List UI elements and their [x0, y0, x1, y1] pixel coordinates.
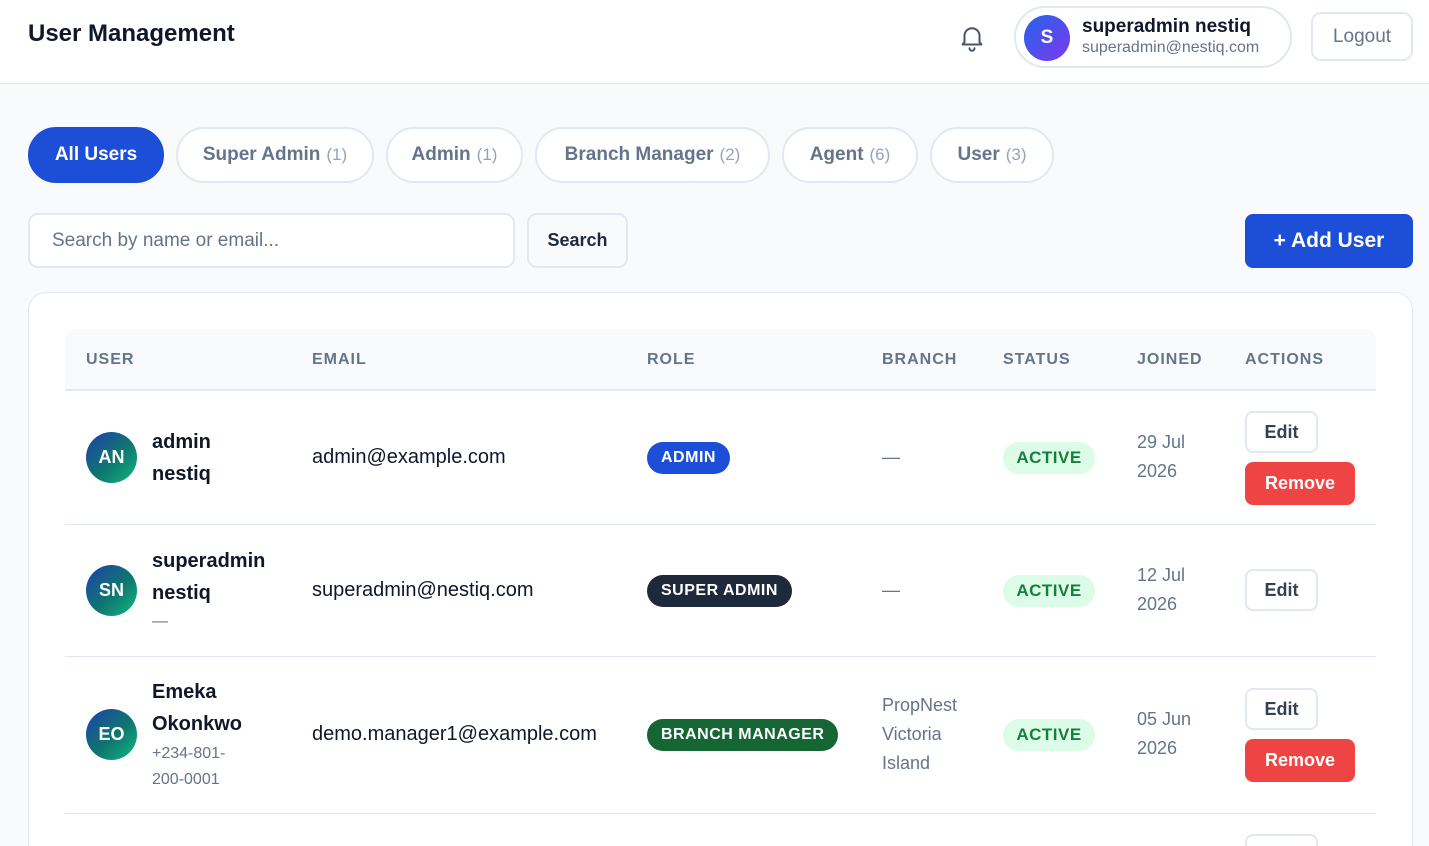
tab-super-admin[interactable]: Super Admin (1) [176, 127, 374, 183]
avatar: AN [86, 432, 137, 483]
row-divider [65, 813, 1376, 814]
user-branch: — [882, 580, 900, 600]
user-email: demo.manager1@example.com [312, 723, 597, 745]
logout-button[interactable]: Logout [1311, 12, 1413, 61]
tab-label: Admin [411, 144, 471, 165]
user-name-line: nestiq [152, 463, 211, 485]
status-badge: ACTIVE [1003, 719, 1095, 751]
tab-agent[interactable]: Agent (6) [782, 127, 918, 183]
tab-count: (1) [326, 145, 348, 164]
avatar: SN [86, 565, 137, 616]
tab-count: (2) [719, 145, 741, 164]
tab-label: Branch Manager [564, 144, 714, 165]
tab-user[interactable]: User (3) [930, 127, 1054, 183]
joined-year: 2026 [1137, 594, 1178, 614]
avatar: S [1024, 15, 1070, 61]
tab-label: User [957, 144, 1000, 165]
add-user-button[interactable]: + Add User [1245, 214, 1413, 268]
tab-admin[interactable]: Admin (1) [386, 127, 523, 183]
column-header-joined: JOINED [1137, 351, 1203, 368]
tab-all-users[interactable]: All Users [28, 127, 164, 183]
profile-name: superadmin nestiq [1082, 16, 1251, 37]
joined-day: 05 Jun [1137, 709, 1192, 729]
status-badge: ACTIVE [1003, 442, 1095, 474]
search-button[interactable]: Search [527, 213, 628, 268]
user-name: superadmin nestiq [152, 545, 292, 609]
joined-year: 2026 [1137, 738, 1178, 758]
row-divider [65, 656, 1376, 657]
user-profile-chip[interactable]: S superadmin nestiq superadmin@nestiq.co… [1014, 6, 1292, 68]
avatar: EO [86, 709, 137, 760]
user-email: admin@example.com [312, 446, 506, 468]
column-header-status: STATUS [1003, 351, 1071, 368]
remove-button[interactable]: Remove [1245, 462, 1355, 505]
profile-email: superadmin@nestiq.com [1082, 39, 1260, 56]
joined-day: 12 Jul [1137, 565, 1186, 585]
tab-label: Agent [809, 144, 864, 165]
tab-count: (1) [476, 145, 498, 164]
column-header-email: EMAIL [312, 351, 367, 368]
remove-button[interactable]: Remove [1245, 739, 1355, 782]
user-name-line: superadmin [152, 550, 266, 572]
bell-icon [961, 27, 983, 52]
branch-line: Victoria [882, 724, 942, 744]
joined-date: 29 Jul 2026 [1137, 428, 1185, 486]
joined-date: 05 Jun 2026 [1137, 705, 1191, 763]
user-branch: PropNest Victoria Island [882, 691, 957, 778]
role-badge: SUPER ADMIN [647, 575, 792, 607]
user-name-line: Emeka [152, 681, 217, 703]
user-phone-line: +234-801- [152, 745, 226, 762]
user-name: admin nestiq [152, 426, 292, 490]
column-header-role: ROLE [647, 351, 696, 368]
edit-button[interactable] [1245, 834, 1318, 846]
edit-button[interactable]: Edit [1245, 688, 1318, 730]
tab-branch-manager[interactable]: Branch Manager (2) [535, 127, 770, 183]
user-phone: — [152, 613, 168, 630]
branch-line: Island [882, 753, 931, 773]
user-branch: — [882, 447, 900, 467]
column-header-actions: ACTIONS [1245, 351, 1324, 368]
edit-button[interactable]: Edit [1245, 411, 1318, 453]
row-divider [65, 524, 1376, 525]
role-badge: ADMIN [647, 442, 730, 474]
tab-label: All Users [54, 144, 138, 165]
user-phone: +234-801- 200-0001 [152, 741, 272, 793]
user-phone-line: 200-0001 [152, 771, 220, 788]
branch-line: PropNest [882, 695, 958, 715]
tab-count: (6) [869, 145, 891, 164]
user-name-line: admin [152, 431, 211, 453]
user-name: Emeka Okonkwo [152, 676, 292, 740]
joined-date: 12 Jul 2026 [1137, 561, 1185, 619]
edit-button[interactable]: Edit [1245, 569, 1318, 611]
column-header-user: USER [86, 351, 135, 368]
tab-count: (3) [1005, 145, 1027, 164]
role-badge: BRANCH MANAGER [647, 719, 839, 751]
column-header-branch: BRANCH [882, 351, 958, 368]
notifications-button[interactable] [955, 20, 989, 54]
status-badge: ACTIVE [1003, 575, 1095, 607]
joined-day: 29 Jul [1137, 432, 1186, 452]
joined-year: 2026 [1137, 461, 1178, 481]
page-title: User Management [28, 20, 235, 47]
user-email: superadmin@nestiq.com [312, 579, 534, 601]
user-name-line: Okonkwo [152, 713, 243, 735]
search-input[interactable] [28, 213, 515, 268]
tab-label: Super Admin [202, 144, 321, 165]
user-name-line: nestiq [152, 582, 211, 604]
